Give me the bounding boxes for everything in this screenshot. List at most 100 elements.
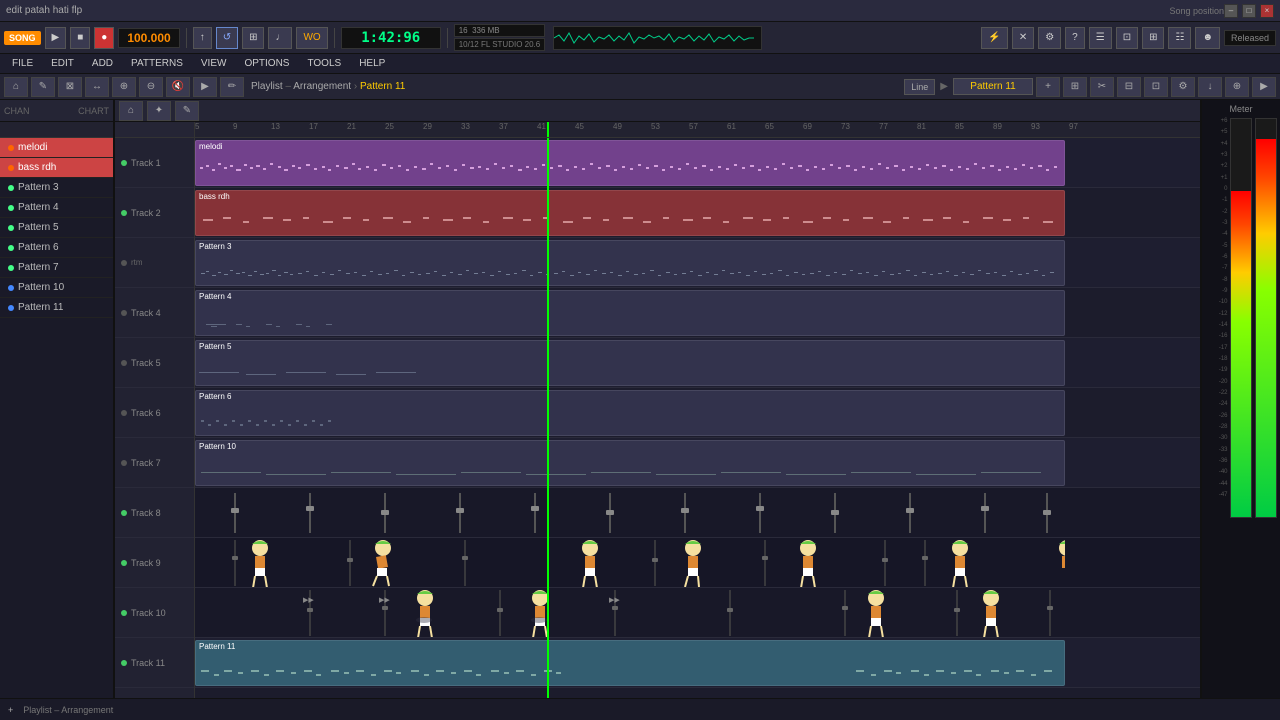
add-pattern-btn[interactable]: + bbox=[8, 705, 13, 715]
plugin-icon7[interactable]: ⊞ bbox=[1142, 27, 1164, 49]
waveform-display bbox=[553, 26, 762, 50]
tool-a[interactable]: ⊞ bbox=[1063, 77, 1087, 97]
track-row-7[interactable]: Pattern 10 bbox=[195, 438, 1200, 488]
tick-53: 53 bbox=[651, 122, 660, 131]
info-block: 16 336 MB 10/12 FL STUDIO 20.6 bbox=[454, 24, 546, 51]
menu-help[interactable]: HELP bbox=[351, 54, 393, 74]
menu-options[interactable]: OPTIONS bbox=[236, 54, 297, 74]
track-row-12[interactable] bbox=[195, 688, 1200, 698]
menu-file[interactable]: FILE bbox=[4, 54, 41, 74]
maximize-button[interactable]: □ bbox=[1242, 4, 1256, 18]
track-row-10[interactable]: ▶▶ ▶▶ ▶▶ bbox=[195, 588, 1200, 638]
snap-btn[interactable]: ⊞ bbox=[242, 27, 264, 49]
mute-btn[interactable]: 🔇 bbox=[166, 77, 190, 97]
ch-dot-p7 bbox=[8, 265, 14, 271]
pattern-display[interactable]: Pattern 11 bbox=[953, 78, 1033, 95]
pl-home[interactable]: ⌂ bbox=[119, 101, 143, 121]
zoom-out-btn[interactable]: ⊖ bbox=[139, 77, 163, 97]
pl-pencil2[interactable]: ✎ bbox=[175, 101, 199, 121]
pattern-btn2[interactable]: WO bbox=[296, 27, 327, 49]
plugin-icon9[interactable]: ☻ bbox=[1195, 27, 1220, 49]
channel-item-p5[interactable]: Pattern 5 bbox=[0, 218, 113, 238]
channel-item-p6[interactable]: Pattern 6 bbox=[0, 238, 113, 258]
move-btn[interactable]: ↔ bbox=[85, 77, 109, 97]
cursor-tool[interactable]: ↑ bbox=[193, 27, 212, 49]
minimize-button[interactable]: – bbox=[1224, 4, 1238, 18]
ch-dot-melodi bbox=[8, 145, 14, 151]
status-info: Playlist – Arrangement bbox=[23, 705, 113, 715]
track-label-8: Track 8 bbox=[115, 488, 194, 538]
time-display: 1:42:96 bbox=[341, 27, 441, 49]
ruler-ticks: 5 9 13 17 21 25 29 33 37 41 45 49 53 57 … bbox=[195, 122, 1200, 137]
pattern-block-melodi[interactable]: melodi bbox=[195, 140, 1065, 186]
metronome-btn[interactable]: ♩ bbox=[268, 27, 292, 49]
pattern-block-10[interactable]: Pattern 10 bbox=[195, 440, 1065, 486]
track-row-4[interactable]: Pattern 4 bbox=[195, 288, 1200, 338]
tool-c[interactable]: ⊟ bbox=[1117, 77, 1141, 97]
tool-e[interactable]: ⚙ bbox=[1171, 77, 1195, 97]
tool-b[interactable]: ✂ bbox=[1090, 77, 1114, 97]
tool-h[interactable]: ▶ bbox=[1252, 77, 1276, 97]
channel-item-p4[interactable]: Pattern 4 bbox=[0, 198, 113, 218]
pl-magnet[interactable]: ✦ bbox=[147, 101, 171, 121]
tool-d[interactable]: ⊡ bbox=[1144, 77, 1168, 97]
channel-item-melodi[interactable]: melodi bbox=[0, 138, 113, 158]
pattern-block-5[interactable]: Pattern 5 bbox=[195, 340, 1065, 386]
track-row-9[interactable] bbox=[195, 538, 1200, 588]
plugin-icon3[interactable]: ⚙ bbox=[1038, 27, 1061, 49]
block-label-bass: bass rdh bbox=[196, 191, 1064, 202]
play-tool-btn[interactable]: ▶ bbox=[193, 77, 217, 97]
menu-patterns[interactable]: PATTERNS bbox=[123, 54, 191, 74]
channel-item-p3[interactable]: Pattern 3 bbox=[0, 178, 113, 198]
block-label-5: Pattern 5 bbox=[196, 341, 1064, 352]
menu-tools[interactable]: TOOLS bbox=[299, 54, 349, 74]
plugin-icon8[interactable]: ☷ bbox=[1168, 27, 1191, 49]
stop-button[interactable]: ■ bbox=[70, 27, 90, 49]
channel-item-bass[interactable]: bass rdh bbox=[0, 158, 113, 178]
menu-add[interactable]: ADD bbox=[84, 54, 121, 74]
pattern-block-3[interactable]: Pattern 3 bbox=[195, 240, 1065, 286]
record-button[interactable]: ● bbox=[94, 27, 114, 49]
track-labels: Track 1 Track 2 rtm Track 4 Track 5 bbox=[115, 138, 195, 698]
channel-item-p10[interactable]: Pattern 10 bbox=[0, 278, 113, 298]
line-arrow: ▶ bbox=[938, 81, 950, 92]
menu-edit[interactable]: EDIT bbox=[43, 54, 82, 74]
track-label-5: Track 5 bbox=[115, 338, 194, 388]
mixer-icon[interactable]: ⚡ bbox=[981, 27, 1007, 49]
tick-97: 97 bbox=[1069, 122, 1078, 131]
menu-view[interactable]: VIEW bbox=[193, 54, 235, 74]
home-btn[interactable]: ⌂ bbox=[4, 77, 28, 97]
pattern-block-bass[interactable]: bass rdh bbox=[195, 190, 1065, 236]
channel-item-p11[interactable]: Pattern 11 bbox=[0, 298, 113, 318]
line-selector[interactable]: Line bbox=[904, 79, 935, 95]
edit-tool-btn[interactable]: ✏ bbox=[220, 77, 244, 97]
track-row-1[interactable]: melodi bbox=[195, 138, 1200, 188]
plugin-icon2[interactable]: ✕ bbox=[1012, 27, 1034, 49]
tool-g[interactable]: ⊕ bbox=[1225, 77, 1249, 97]
loop-btn[interactable]: ↺ bbox=[216, 27, 238, 49]
track-row-3[interactable]: Pattern 3 bbox=[195, 238, 1200, 288]
track-content[interactable]: melodi bbox=[195, 138, 1200, 698]
pencil-btn[interactable]: ✎ bbox=[31, 77, 55, 97]
pattern-block-6[interactable]: Pattern 6 bbox=[195, 390, 1065, 436]
song-badge[interactable]: SONG bbox=[4, 31, 41, 45]
track-row-8[interactable] bbox=[195, 488, 1200, 538]
pattern-block-11[interactable]: Pattern 11 bbox=[195, 640, 1065, 686]
plugin-icon5[interactable]: ☰ bbox=[1089, 27, 1112, 49]
play-button[interactable]: ▶ bbox=[45, 27, 67, 49]
track-row-5[interactable]: Pattern 5 bbox=[195, 338, 1200, 388]
track-row-6[interactable]: Pattern 6 bbox=[195, 388, 1200, 438]
snap-toggle[interactable]: ⊠ bbox=[58, 77, 82, 97]
plugin-icon6[interactable]: ⊡ bbox=[1116, 27, 1138, 49]
chan-chart-btn[interactable]: CHART bbox=[78, 106, 109, 116]
pattern-block-4[interactable]: Pattern 4 bbox=[195, 290, 1065, 336]
plugin-icon4[interactable]: ? bbox=[1065, 27, 1085, 49]
channel-item-p7[interactable]: Pattern 7 bbox=[0, 258, 113, 278]
bpm-display[interactable]: 100.000 bbox=[118, 28, 179, 48]
pattern-add-btn[interactable]: + bbox=[1036, 77, 1060, 97]
track-row-11[interactable]: Pattern 11 bbox=[195, 638, 1200, 688]
close-button[interactable]: × bbox=[1260, 4, 1274, 18]
zoom-in-btn[interactable]: ⊕ bbox=[112, 77, 136, 97]
track-row-2[interactable]: bass rdh bbox=[195, 188, 1200, 238]
tool-f[interactable]: ↓ bbox=[1198, 77, 1222, 97]
